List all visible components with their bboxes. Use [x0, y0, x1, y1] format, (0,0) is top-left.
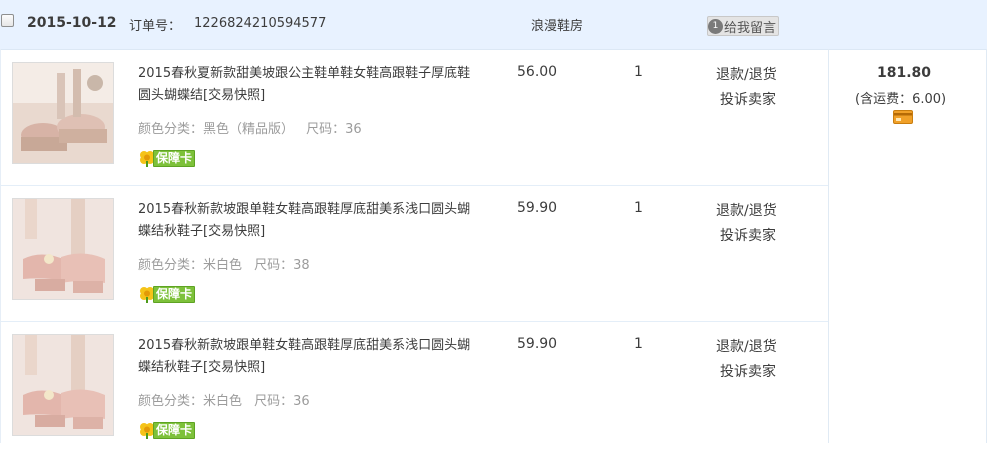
- item-quantity: 1: [634, 336, 643, 352]
- product-spec: 颜色分类：黑色（精品版） 尺码：36: [138, 118, 370, 137]
- item-quantity: 1: [634, 200, 643, 216]
- product-title-link[interactable]: 2015春秋夏新款甜美坡跟公主鞋单鞋女鞋高跟鞋子厚底鞋圆头蝴蝶结[交易快照]: [138, 63, 478, 107]
- product-color: 颜色分类：米白色: [138, 258, 243, 273]
- order-item: 2015春秋新款坡跟单鞋女鞋高跟鞋厚底甜美系浅口圆头蝴蝶结秋鞋子[交易快照] 颜…: [0, 185, 828, 321]
- product-title-link[interactable]: 2015春秋新款坡跟单鞋女鞋高跟鞋厚底甜美系浅口圆头蝴蝶结秋鞋子[交易快照]: [138, 199, 478, 243]
- item-quantity: 1: [634, 64, 643, 80]
- guarantee-card-label: 保障卡: [153, 285, 196, 303]
- shop-name-link[interactable]: 浪漫鞋房: [531, 15, 583, 34]
- refund-return-link[interactable]: 退款/退货: [716, 64, 777, 84]
- column-divider: [828, 49, 829, 443]
- leave-message-button[interactable]: 1 给我留言: [707, 16, 780, 36]
- product-thumbnail[interactable]: [12, 62, 114, 164]
- order-number: 1226824210594577: [194, 16, 327, 31]
- product-size: 尺码：38: [254, 258, 310, 273]
- guarantee-card-badge[interactable]: 保障卡: [138, 285, 200, 303]
- refund-return-link[interactable]: 退款/退货: [716, 336, 777, 356]
- order-total: 181.80: [877, 65, 932, 81]
- guarantee-card-badge[interactable]: 保障卡: [138, 149, 200, 167]
- chat-icon: 1: [708, 18, 723, 34]
- item-price: 56.00: [517, 64, 558, 80]
- guarantee-card-label: 保障卡: [153, 421, 196, 439]
- order-item: 2015春秋新款坡跟单鞋女鞋高跟鞋厚底甜美系浅口圆头蝴蝶结秋鞋子[交易快照] 颜…: [0, 321, 828, 457]
- complain-seller-link[interactable]: 投诉卖家: [720, 225, 776, 245]
- credit-card-icon[interactable]: [893, 110, 913, 124]
- product-color: 颜色分类：黑色（精品版）: [138, 122, 295, 137]
- product-title-link[interactable]: 2015春秋新款坡跟单鞋女鞋高跟鞋厚底甜美系浅口圆头蝴蝶结秋鞋子[交易快照]: [138, 335, 478, 379]
- refund-return-link[interactable]: 退款/退货: [716, 200, 777, 220]
- leave-message-label: 给我留言: [724, 20, 777, 36]
- guarantee-card-label: 保障卡: [153, 149, 196, 167]
- complain-seller-link[interactable]: 投诉卖家: [720, 89, 776, 109]
- product-thumbnail[interactable]: [12, 334, 114, 436]
- product-spec: 颜色分类：米白色 尺码：36: [138, 390, 318, 409]
- item-price: 59.90: [517, 336, 558, 352]
- shipping-fee: (含运费：6.00): [855, 92, 947, 107]
- product-size: 尺码：36: [254, 394, 310, 409]
- order-date: 2015-10-12: [27, 15, 117, 31]
- order-number-label: 订单号：: [129, 19, 182, 34]
- product-color: 颜色分类：米白色: [138, 394, 243, 409]
- guarantee-card-badge[interactable]: 保障卡: [138, 421, 200, 439]
- product-thumbnail[interactable]: [12, 198, 114, 300]
- order-checkbox[interactable]: [1, 14, 14, 27]
- product-spec: 颜色分类：米白色 尺码：38: [138, 254, 318, 273]
- complain-seller-link[interactable]: 投诉卖家: [720, 361, 776, 381]
- product-size: 尺码：36: [306, 122, 362, 137]
- item-price: 59.90: [517, 200, 558, 216]
- order-item: 2015春秋夏新款甜美坡跟公主鞋单鞋女鞋高跟鞋子厚底鞋圆头蝴蝶结[交易快照] 颜…: [0, 49, 828, 185]
- order-header: 2015-10-12 订单号： 1226824210594577 浪漫鞋房 1 …: [0, 0, 987, 50]
